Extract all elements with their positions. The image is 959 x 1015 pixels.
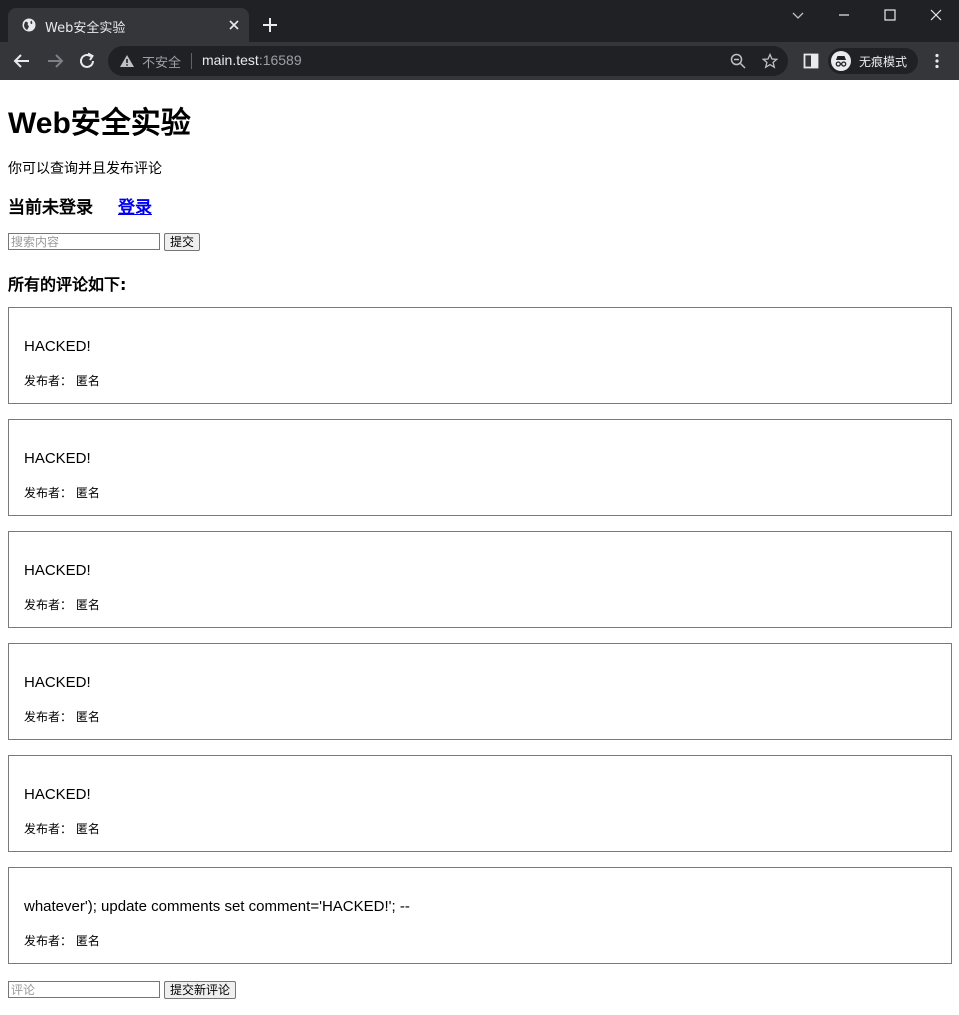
side-panel-icon[interactable] (801, 51, 821, 71)
submit-comment-button[interactable]: 提交新评论 (164, 981, 237, 999)
comments-heading: 所有的评论如下: (8, 275, 127, 294)
address-bar[interactable]: 不安全 main.test:16589 (108, 46, 788, 76)
comment-author: 发布者： 匿名 (24, 598, 100, 612)
comment-author: 发布者： 匿名 (24, 486, 100, 500)
intro-text: 你可以查询并且发布评论 (8, 161, 162, 177)
page-content: Web安全实验 你可以查询并且发布评论 当前未登录 登录 提交 所有的评论如下:… (0, 80, 959, 1015)
comment-text: HACKED! (24, 338, 91, 355)
browser-titlebar: Web安全实验 (0, 0, 959, 42)
comment-card: whatever'); update comments set comment=… (8, 867, 952, 964)
browser-tab[interactable]: Web安全实验 (8, 8, 249, 42)
comment-card: HACKED! 发布者： 匿名 (8, 755, 952, 852)
comment-author: 发布者： 匿名 (24, 710, 100, 724)
browser-toolbar: 不安全 main.test:16589 无痕模式 (0, 42, 959, 80)
login-link[interactable]: 登录 (118, 193, 152, 218)
back-arrow-icon[interactable] (12, 51, 32, 71)
comment-text: HACKED! (24, 450, 91, 467)
reload-icon[interactable] (77, 51, 97, 71)
login-status: 当前未登录 (8, 198, 93, 218)
url-host: main.test (202, 52, 259, 68)
search-submit-button[interactable]: 提交 (164, 233, 201, 251)
incognito-button[interactable]: 无痕模式 (828, 48, 918, 74)
more-menu-icon[interactable] (927, 51, 947, 71)
omnibox-divider (191, 53, 192, 69)
url-text[interactable]: main.test:16589 (202, 52, 302, 68)
comment-author: 发布者： 匿名 (24, 934, 100, 948)
comment-card: HACKED! 发布者： 匿名 (8, 419, 952, 516)
comment-text: HACKED! (24, 786, 91, 803)
new-tab-icon[interactable] (262, 17, 278, 33)
url-port: :16589 (258, 52, 302, 68)
forward-arrow-icon[interactable] (45, 51, 65, 71)
comment-card: HACKED! 发布者： 匿名 (8, 307, 952, 404)
comment-author: 发布者： 匿名 (24, 822, 100, 836)
close-tab-icon[interactable] (228, 19, 240, 31)
security-label[interactable]: 不安全 (142, 52, 181, 71)
incognito-label: 无痕模式 (859, 55, 908, 69)
new-comment-input[interactable] (8, 981, 160, 998)
comment-card: HACKED! 发布者： 匿名 (8, 643, 952, 740)
tab-search-chevron-icon[interactable] (791, 8, 805, 22)
bookmark-star-icon[interactable] (762, 53, 778, 69)
comment-text: whatever'); update comments set comment=… (24, 898, 410, 915)
page-title: Web安全实验 (8, 107, 191, 140)
globe-icon (22, 18, 36, 32)
warning-icon[interactable] (119, 54, 135, 68)
minimize-icon[interactable] (837, 8, 851, 22)
close-window-icon[interactable] (929, 8, 943, 22)
maximize-icon[interactable] (883, 8, 897, 22)
comment-text: HACKED! (24, 674, 91, 691)
comment-author: 发布者： 匿名 (24, 374, 100, 388)
tab-title: Web安全实验 (45, 21, 126, 36)
search-input[interactable] (8, 233, 160, 250)
comment-card: HACKED! 发布者： 匿名 (8, 531, 952, 628)
zoom-icon[interactable] (730, 53, 746, 69)
comment-text: HACKED! (24, 562, 91, 579)
incognito-icon (831, 51, 851, 71)
